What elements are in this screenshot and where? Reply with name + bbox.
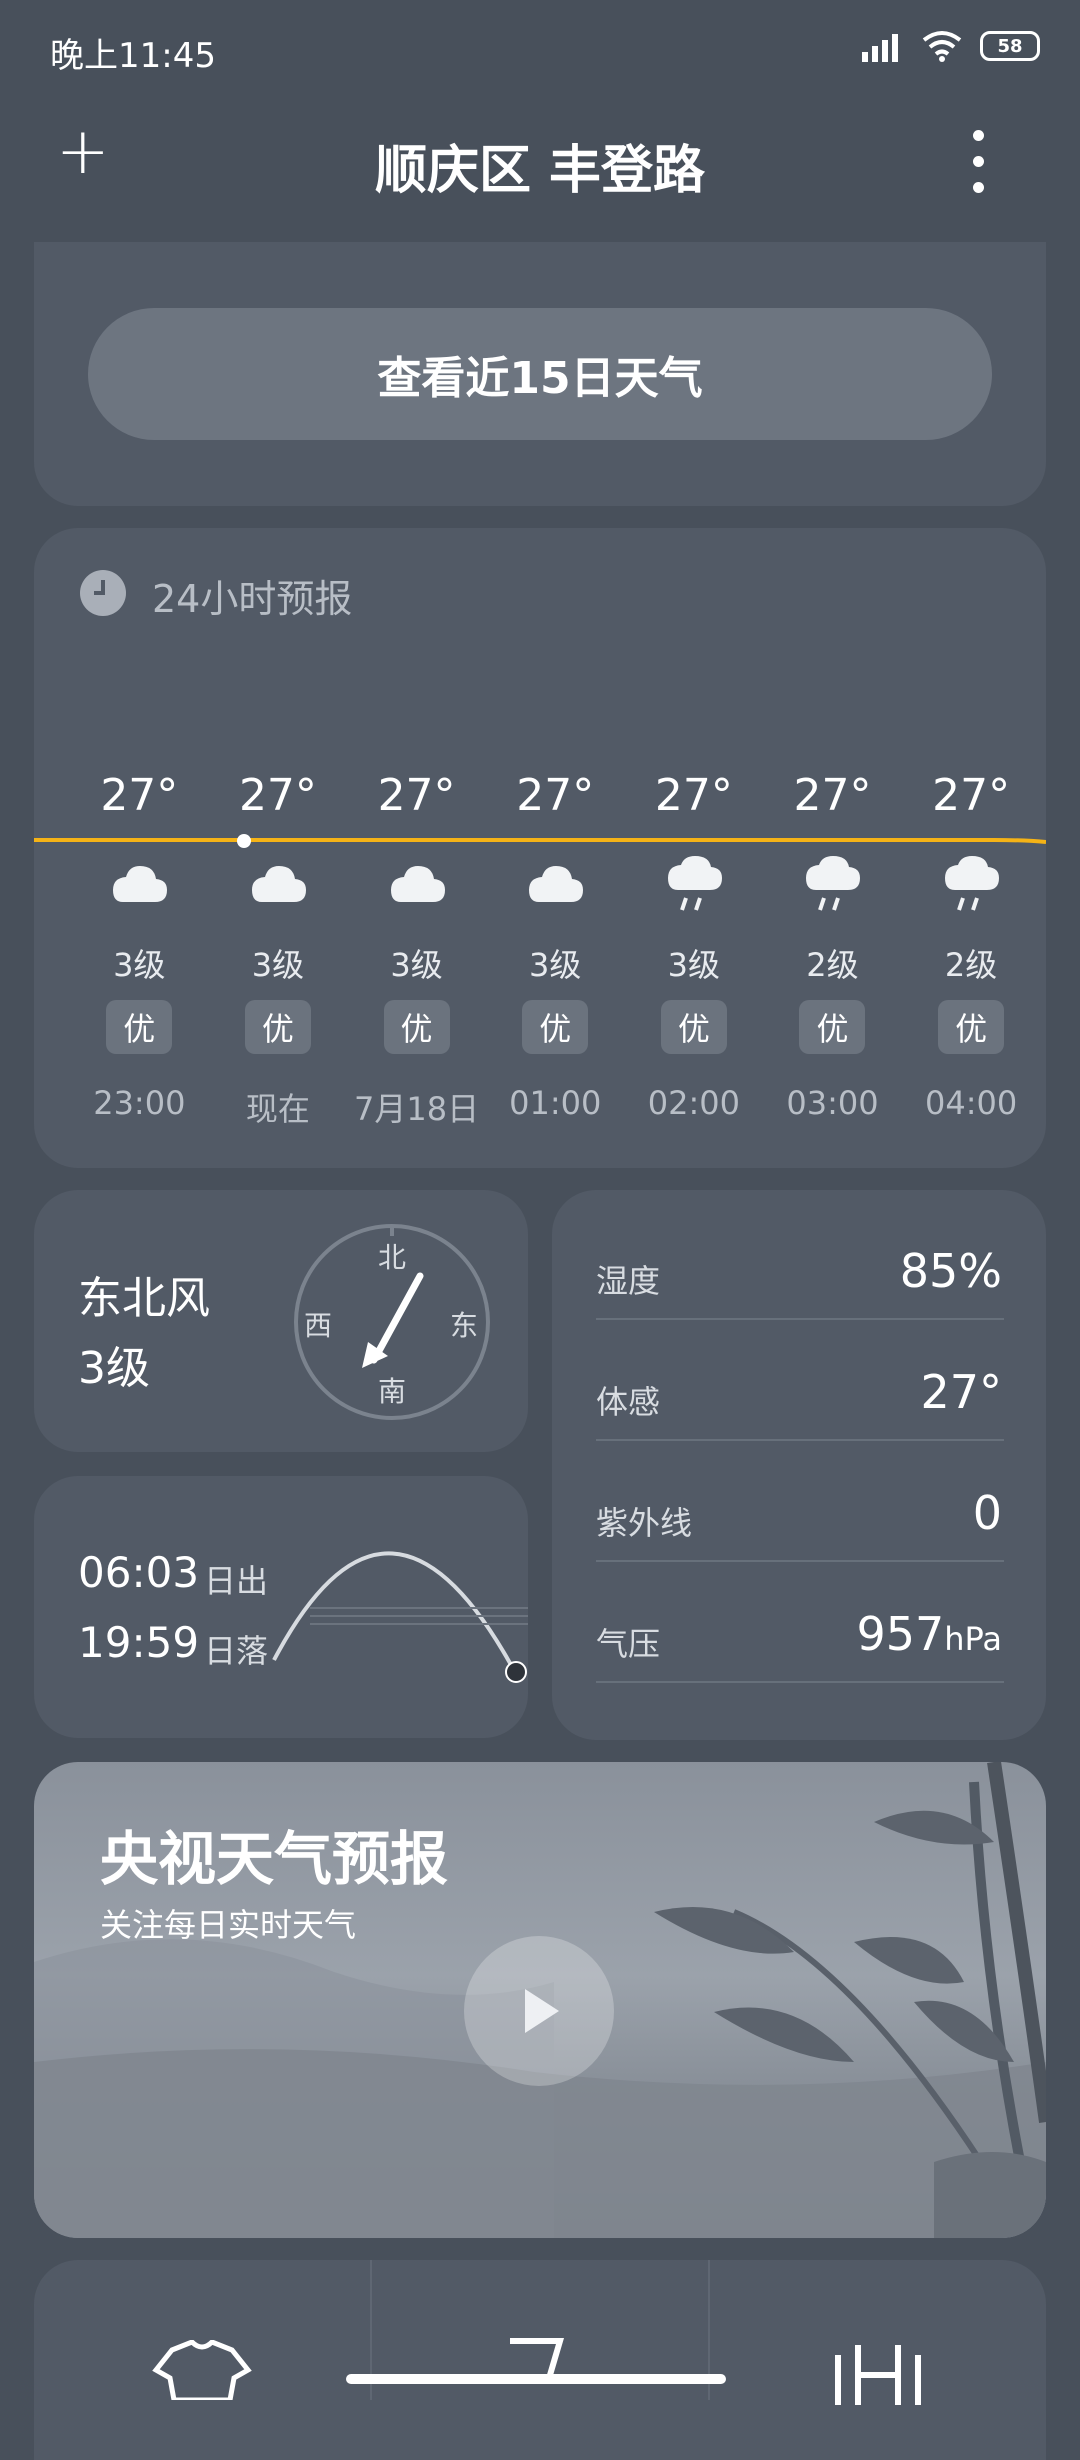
air-quality-badge: 优 <box>383 1000 450 1054</box>
cloud-icon <box>347 862 487 910</box>
cloud-icon <box>485 862 625 910</box>
rain-icon <box>624 856 764 918</box>
more-menu-button[interactable] <box>966 130 990 194</box>
play-icon <box>525 1989 559 2033</box>
compass-e: 东 <box>450 1309 479 1342</box>
detail-value-number: 0 <box>972 1486 1002 1540</box>
hourly-time: 7月18日 <box>354 1090 480 1128</box>
hourly-title: 24小时预报 <box>152 577 353 621</box>
hourly-wind: 2级 <box>806 946 859 984</box>
hourly-time: 23:00 <box>93 1084 186 1122</box>
detail-value: 27° <box>920 1365 1002 1419</box>
cloud-icon <box>69 862 209 910</box>
detail-label: 紫外线 <box>596 1504 693 1542</box>
sunrise-time: 06:03 <box>78 1548 200 1597</box>
hourly-wind: 3级 <box>390 946 443 984</box>
clothing-icon[interactable] <box>152 2340 252 2400</box>
wind-level: 3级 <box>78 1343 150 1394</box>
detail-value: 85% <box>900 1244 1002 1298</box>
signal-icon <box>862 34 898 62</box>
sunset-time: 19:59 <box>78 1618 200 1667</box>
air-quality-badge: 优 <box>106 1000 173 1054</box>
air-quality-badge: 优 <box>522 1000 589 1054</box>
hourly-time: 03:00 <box>786 1084 879 1122</box>
hourly-wind: 2级 <box>944 946 998 984</box>
detail-label: 湿度 <box>596 1262 661 1300</box>
home-indicator[interactable] <box>346 2374 726 2384</box>
hourly-time: 02:00 <box>647 1084 740 1122</box>
status-icons: 58 <box>860 30 1040 62</box>
air-quality-badge: 优 <box>244 1000 311 1054</box>
video-subtitle: 关注每日实时天气 <box>100 1906 357 1944</box>
detail-value-number: 27° <box>920 1365 1002 1419</box>
page-title: 顺庆区 丰登路 <box>374 141 706 201</box>
air-quality-badge: 优 <box>660 1000 727 1054</box>
divider <box>596 1560 1004 1562</box>
sunrise-label: 日出 <box>204 1562 269 1600</box>
compass-s: 南 <box>378 1375 407 1408</box>
temp-line <box>34 838 1046 844</box>
hourly-wind: 3级 <box>251 946 305 984</box>
clock-icon <box>80 570 126 616</box>
detail-label: 体感 <box>596 1383 661 1421</box>
hourly-temp: 27° <box>793 770 872 821</box>
compass-icon: 北 南 西 东 <box>292 1222 492 1422</box>
sport-icon[interactable] <box>828 2345 928 2405</box>
hourly-wind: 3级 <box>667 946 721 984</box>
hourly-temp: 27° <box>516 770 595 821</box>
forecast-15-button[interactable]: 查看近15日天气 <box>88 308 992 440</box>
detail-unit: hPa <box>944 1620 1002 1658</box>
hourly-wind: 3级 <box>113 946 166 984</box>
hourly-wind: 3级 <box>529 946 582 984</box>
compass-w: 西 <box>304 1309 333 1342</box>
detail-value-number: 957 <box>856 1607 945 1661</box>
detail-label: 气压 <box>596 1625 661 1663</box>
wifi-icon <box>922 31 962 62</box>
compass-n: 北 <box>378 1241 407 1274</box>
cloud-icon <box>208 862 348 910</box>
hourly-temp: 27° <box>654 770 733 821</box>
play-button[interactable] <box>464 1936 614 2086</box>
hourly-temp: 27° <box>238 770 317 821</box>
hourly-temp: 27° <box>932 770 1011 821</box>
divider <box>596 1681 1004 1683</box>
travel-icon[interactable] <box>490 2335 590 2400</box>
sun-arc <box>272 1551 528 1683</box>
divider <box>596 1439 1004 1441</box>
video-title: 央视天气预报 <box>100 1825 449 1893</box>
hourly-time: 现在 <box>245 1090 310 1128</box>
sunset-label: 日落 <box>204 1632 269 1670</box>
hourly-temp: 27° <box>377 770 456 821</box>
air-quality-badge: 优 <box>799 1000 866 1054</box>
hourly-temp: 27° <box>100 770 179 821</box>
detail-value: 957hPa <box>856 1607 1002 1661</box>
detail-value-number: 85% <box>899 1244 1002 1298</box>
hourly-time: 04:00 <box>924 1084 1018 1122</box>
rain-icon <box>901 856 1041 918</box>
hourly-time: 01:00 <box>509 1084 602 1122</box>
rain-icon <box>762 856 902 918</box>
divider <box>596 1318 1004 1320</box>
battery-icon: 58 <box>980 31 1040 61</box>
detail-value: 0 <box>973 1486 1002 1540</box>
status-time: 晚上11:45 <box>50 36 216 76</box>
wind-direction: 东北风 <box>78 1273 210 1324</box>
air-quality-badge: 优 <box>938 1000 1005 1054</box>
current-dot <box>237 834 251 848</box>
